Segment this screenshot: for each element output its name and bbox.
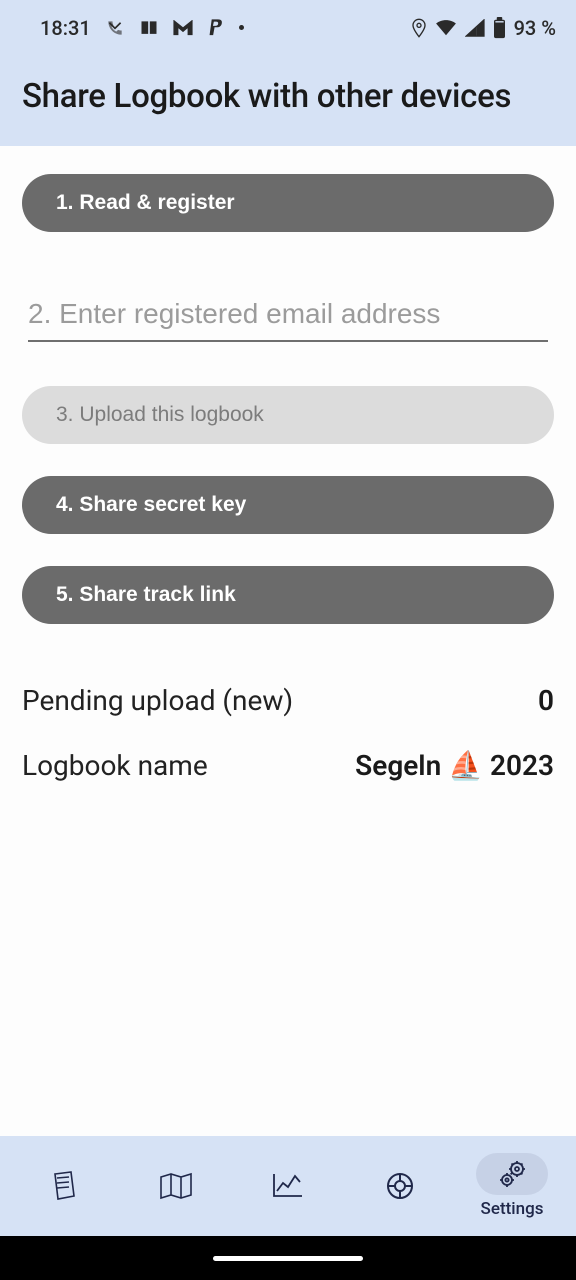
- battery-icon: [493, 17, 506, 39]
- app-header: Share Logbook with other devices: [0, 55, 576, 146]
- more-notifications-icon: [239, 25, 244, 30]
- read-register-button[interactable]: 1. Read & register: [22, 174, 554, 232]
- book-icon: [139, 18, 159, 38]
- status-bar: 18:31 93 %: [0, 0, 576, 55]
- email-row: [28, 292, 548, 342]
- home-handle[interactable]: [213, 1256, 363, 1261]
- nav-compass[interactable]: [344, 1136, 456, 1236]
- gears-icon: [496, 1159, 528, 1189]
- logbook-name-value: Segeln ⛵ 2023: [355, 749, 554, 782]
- logbook-icon: [49, 1170, 79, 1202]
- nav-settings[interactable]: Settings: [456, 1136, 568, 1236]
- status-left: 18:31: [40, 16, 244, 40]
- status-time: 18:31: [40, 16, 91, 40]
- pending-upload-value: 0: [538, 684, 554, 717]
- android-nav-bar: [0, 1236, 576, 1280]
- main-content: 1. Read & register 3. Upload this logboo…: [0, 146, 576, 1136]
- nav-logbook[interactable]: [8, 1136, 120, 1236]
- missed-call-icon: [105, 18, 125, 38]
- share-secret-key-button[interactable]: 4. Share secret key: [22, 476, 554, 534]
- page-title: Share Logbook with other devices: [22, 77, 554, 116]
- wifi-icon: [435, 19, 457, 37]
- email-input[interactable]: [28, 292, 548, 342]
- nav-map[interactable]: [120, 1136, 232, 1236]
- share-track-link-button[interactable]: 5. Share track link: [22, 566, 554, 624]
- nav-stats[interactable]: [232, 1136, 344, 1236]
- nav-settings-label: Settings: [481, 1199, 544, 1219]
- map-icon: [159, 1171, 193, 1201]
- chart-icon: [271, 1171, 305, 1201]
- logbook-name-row: Logbook name Segeln ⛵ 2023: [22, 745, 554, 786]
- gmail-icon: [173, 20, 193, 36]
- battery-percent: 93 %: [514, 16, 556, 40]
- bottom-nav: Settings: [0, 1136, 576, 1236]
- status-right: 93 %: [411, 16, 556, 40]
- pending-upload-label: Pending upload (new): [22, 684, 293, 717]
- pending-upload-row: Pending upload (new) 0: [22, 680, 554, 721]
- logbook-name-label: Logbook name: [22, 749, 208, 782]
- signal-icon: [465, 19, 485, 37]
- paypal-icon: [207, 18, 225, 38]
- lifebuoy-icon: [385, 1171, 415, 1201]
- location-icon: [411, 18, 427, 38]
- upload-logbook-button: 3. Upload this logbook: [22, 386, 554, 444]
